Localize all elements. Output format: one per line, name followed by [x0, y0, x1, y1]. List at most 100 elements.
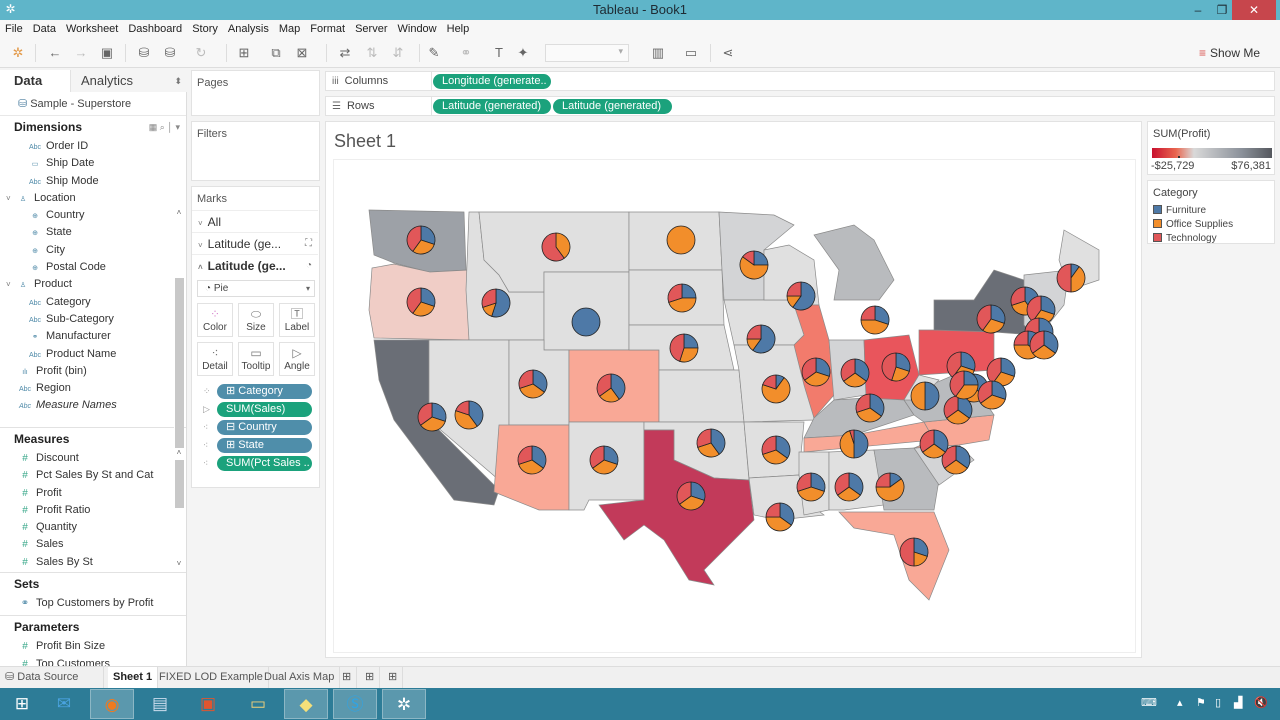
pie-mark[interactable] [1029, 330, 1059, 360]
menu-window[interactable]: Window [393, 20, 442, 38]
measure-field[interactable]: # Sales By St [0, 554, 186, 571]
pie-mark[interactable] [739, 250, 769, 280]
redo-icon[interactable]: → [73, 45, 89, 61]
pie-slice[interactable] [860, 305, 876, 321]
network-signal-icon[interactable]: ▟ [1234, 696, 1242, 709]
dimension-field[interactable]: ⊕ City [0, 242, 186, 259]
menu-dropdown-icon[interactable]: ▾ [175, 122, 180, 132]
label-button[interactable]: 🅃 Label [279, 303, 315, 337]
measure-field[interactable]: # Sales [0, 536, 186, 553]
pie-mark[interactable] [417, 402, 447, 432]
volume-muted-icon[interactable]: 🔇 [1254, 696, 1268, 709]
marks-latitude-pie[interactable]: ˄ Latitude (ge... ◔ [192, 254, 318, 276]
action-center-flag-icon[interactable]: ⚑ [1196, 696, 1206, 709]
battery-icon[interactable]: ▯ [1215, 696, 1221, 709]
pie-mark[interactable] [919, 429, 949, 459]
marks-pill[interactable]: SUM(Sales) [217, 402, 312, 417]
show-hidden-icons-icon[interactable]: ▴ [1177, 696, 1183, 709]
sticky-notes-icon[interactable]: ◆ [284, 689, 328, 719]
measure-field[interactable]: # Profit [0, 485, 186, 502]
data-source-tab[interactable]: ⛁ Data Source [0, 667, 104, 688]
category-legend-item[interactable]: Furniture [1153, 204, 1206, 217]
collapse-arrows-icon[interactable]: ⬍ [174, 70, 182, 92]
dimension-field[interactable]: ˅ ♙ Location [0, 190, 186, 207]
show-cards-icon[interactable]: ▥ [650, 45, 666, 61]
menu-server[interactable]: Server [350, 20, 392, 38]
pie-mark[interactable] [571, 307, 601, 337]
save-icon[interactable]: ▣ [99, 45, 115, 61]
pie-mark[interactable] [406, 225, 436, 255]
view-grid-icon[interactable]: ▦ [149, 122, 158, 132]
menu-map[interactable]: Map [274, 20, 305, 38]
dimension-field[interactable]: ⊕ Postal Code [0, 259, 186, 276]
refresh-icon[interactable]: ↻ [193, 45, 209, 61]
dimension-field[interactable]: Abc Measure Names [0, 397, 186, 414]
skype-icon[interactable]: Ⓢ [333, 689, 377, 719]
file-explorer-icon[interactable]: ▭ [236, 689, 280, 719]
state-ks[interactable] [658, 369, 745, 423]
category-legend-item[interactable]: Office Supplies [1153, 218, 1233, 231]
share-icon[interactable]: ⋖ [720, 45, 736, 61]
sort-ascending-icon[interactable]: ⇅ [364, 45, 380, 61]
mark-type-dropdown[interactable]: ◔ Pie ▾ [197, 280, 315, 297]
search-icon[interactable]: ⌕ [160, 122, 165, 132]
measures-scrollbar[interactable]: ˄ ˅ [174, 448, 184, 568]
group-icon[interactable]: ⚭ [458, 45, 474, 61]
pie-mark[interactable] [541, 232, 571, 262]
pie-slice[interactable] [571, 307, 601, 337]
pie-mark[interactable] [840, 358, 870, 388]
notepad-icon[interactable]: ▤ [138, 689, 182, 719]
close-button[interactable]: ✕ [1232, 0, 1276, 20]
set-field[interactable]: ⚭ Top Customers by Profit [0, 595, 186, 612]
scroll-up-icon[interactable]: ˄ [174, 448, 184, 457]
pie-mark[interactable] [696, 428, 726, 458]
duplicate-sheet-icon[interactable]: ⧉ [268, 45, 284, 61]
detail-button[interactable]: ⁖ Detail [197, 342, 233, 376]
scroll-up-icon[interactable]: ˄ [174, 208, 184, 217]
parameter-field[interactable]: # Profit Bin Size [0, 638, 186, 655]
menu-story[interactable]: Story [187, 20, 223, 38]
category-legend-item[interactable]: Technology [1153, 232, 1217, 245]
scroll-thumb[interactable] [175, 460, 184, 508]
pie-mark[interactable] [765, 502, 795, 532]
pie-mark[interactable] [667, 283, 697, 313]
tableau-taskbar-icon[interactable]: ✲ [382, 689, 426, 719]
pie-mark[interactable] [839, 429, 869, 459]
pie-mark[interactable] [801, 357, 831, 387]
state-fl[interactable] [838, 511, 950, 601]
tab-sheet-1[interactable]: Sheet 1 [108, 667, 159, 688]
dimension-field[interactable]: Abc Region [0, 380, 186, 397]
pie-mark[interactable] [481, 288, 511, 318]
pie-mark[interactable] [518, 369, 548, 399]
dimension-field[interactable]: Abc Product Name [0, 346, 186, 363]
datasource-item[interactable]: ⛁ Sample - Superstore [0, 92, 186, 116]
highlight-icon[interactable]: ✎ [426, 45, 442, 61]
pie-mark[interactable] [910, 381, 940, 411]
pie-mark[interactable] [834, 472, 864, 502]
menu-format[interactable]: Format [305, 20, 350, 38]
filled-map-with-pies[interactable] [334, 160, 1137, 654]
pie-mark[interactable] [977, 380, 1007, 410]
menu-worksheet[interactable]: Worksheet [61, 20, 123, 38]
pie-mark[interactable] [899, 537, 929, 567]
scroll-down-icon[interactable]: ˅ [174, 559, 184, 568]
dimension-field[interactable]: Abc Category [0, 294, 186, 311]
powerpoint-icon[interactable]: ▣ [186, 689, 230, 719]
pie-mark[interactable] [786, 281, 816, 311]
menu-help[interactable]: Help [442, 20, 475, 38]
pie-mark[interactable] [976, 304, 1006, 334]
outlook-icon[interactable]: ✉ [42, 689, 86, 719]
pie-mark[interactable] [406, 287, 436, 317]
fix-axes-icon[interactable]: ✦ [515, 45, 531, 61]
measure-field[interactable]: # Profit Ratio [0, 502, 186, 519]
menu-file[interactable]: File [0, 20, 28, 38]
dimension-field[interactable]: ılı Profit (bin) [0, 363, 186, 380]
pie-mark[interactable] [589, 445, 619, 475]
new-worksheet-tab-icon[interactable]: ⊞ [337, 667, 358, 688]
rows-pill-latitude-1[interactable]: Latitude (generated) [433, 99, 551, 114]
columns-pill-longitude[interactable]: Longitude (generate.. [433, 74, 551, 89]
marks-pill[interactable]: ⊞ Category [217, 384, 312, 399]
size-button[interactable]: ⬭ Size [238, 303, 274, 337]
pie-mark[interactable] [669, 333, 699, 363]
dimension-field[interactable]: ⊕ Country [0, 207, 186, 224]
